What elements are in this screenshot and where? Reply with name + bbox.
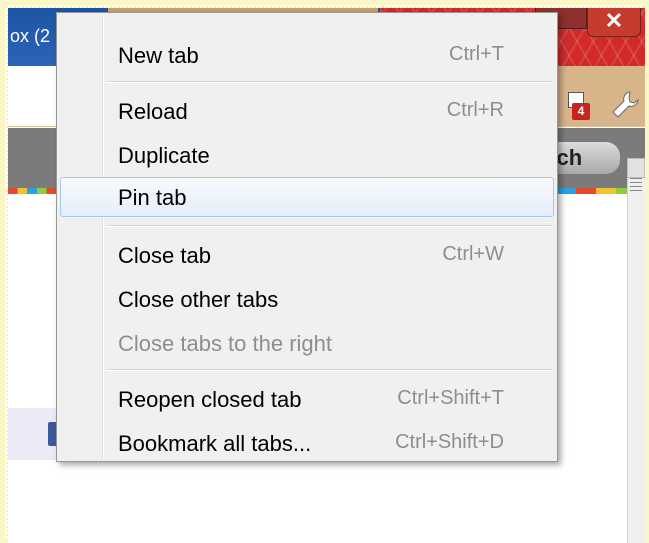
color-strip-right [556,188,636,194]
scrollbar[interactable] [627,158,645,543]
menu-item-new-tab[interactable]: New tab Ctrl+T [60,35,554,75]
menu-item-shortcut: Ctrl+W [442,243,504,265]
color-strip-left [8,188,56,194]
menu-item-label: Reload [118,99,188,124]
menu-item-close-tab[interactable]: Close tab Ctrl+W [60,235,554,275]
menu-item-shortcut: Ctrl+Shift+D [395,431,504,453]
close-window-button[interactable]: ✕ [587,8,641,37]
menu-separator [107,225,553,227]
extension-badge: 4 [572,103,590,120]
menu-item-label: Pin tab [118,185,187,210]
scroll-up-arrow-icon[interactable] [627,158,645,178]
menu-item-label: Close tab [118,243,211,268]
menu-item-reload[interactable]: Reload Ctrl+R [60,91,554,131]
menu-item-bookmark-all-tabs[interactable]: Bookmark all tabs... Ctrl+Shift+D [60,423,554,463]
wrench-icon[interactable] [608,88,642,122]
browser-window: ox (2 ✕ 4 rch New tab Ctrl+T Reload Ctrl… [8,8,645,543]
menu-item-shortcut: Ctrl+Shift+T [397,387,504,409]
menu-item-pin-tab[interactable]: Pin tab [60,177,554,217]
menu-item-reopen-closed-tab[interactable]: Reopen closed tab Ctrl+Shift+T [60,379,554,419]
menu-separator [107,369,553,371]
tab-context-menu: New tab Ctrl+T Reload Ctrl+R Duplicate P… [56,12,558,462]
menu-item-label: Bookmark all tabs... [118,431,312,456]
menu-item-label: Reopen closed tab [118,387,302,412]
tab-title[interactable]: ox (2 [10,26,50,47]
menu-item-close-tabs-right: Close tabs to the right [60,323,554,363]
menu-item-label: Close other tabs [118,287,279,312]
menu-item-label: Duplicate [118,143,210,168]
menu-item-duplicate[interactable]: Duplicate [60,135,554,175]
menu-item-label: New tab [118,43,199,68]
close-icon: ✕ [604,8,624,33]
menu-item-shortcut: Ctrl+R [446,99,504,121]
menu-separator [107,81,553,83]
menu-item-close-other-tabs[interactable]: Close other tabs [60,279,554,319]
menu-item-shortcut: Ctrl+T [449,43,504,65]
scroll-grip[interactable] [630,178,642,194]
menu-item-label: Close tabs to the right [118,331,333,356]
